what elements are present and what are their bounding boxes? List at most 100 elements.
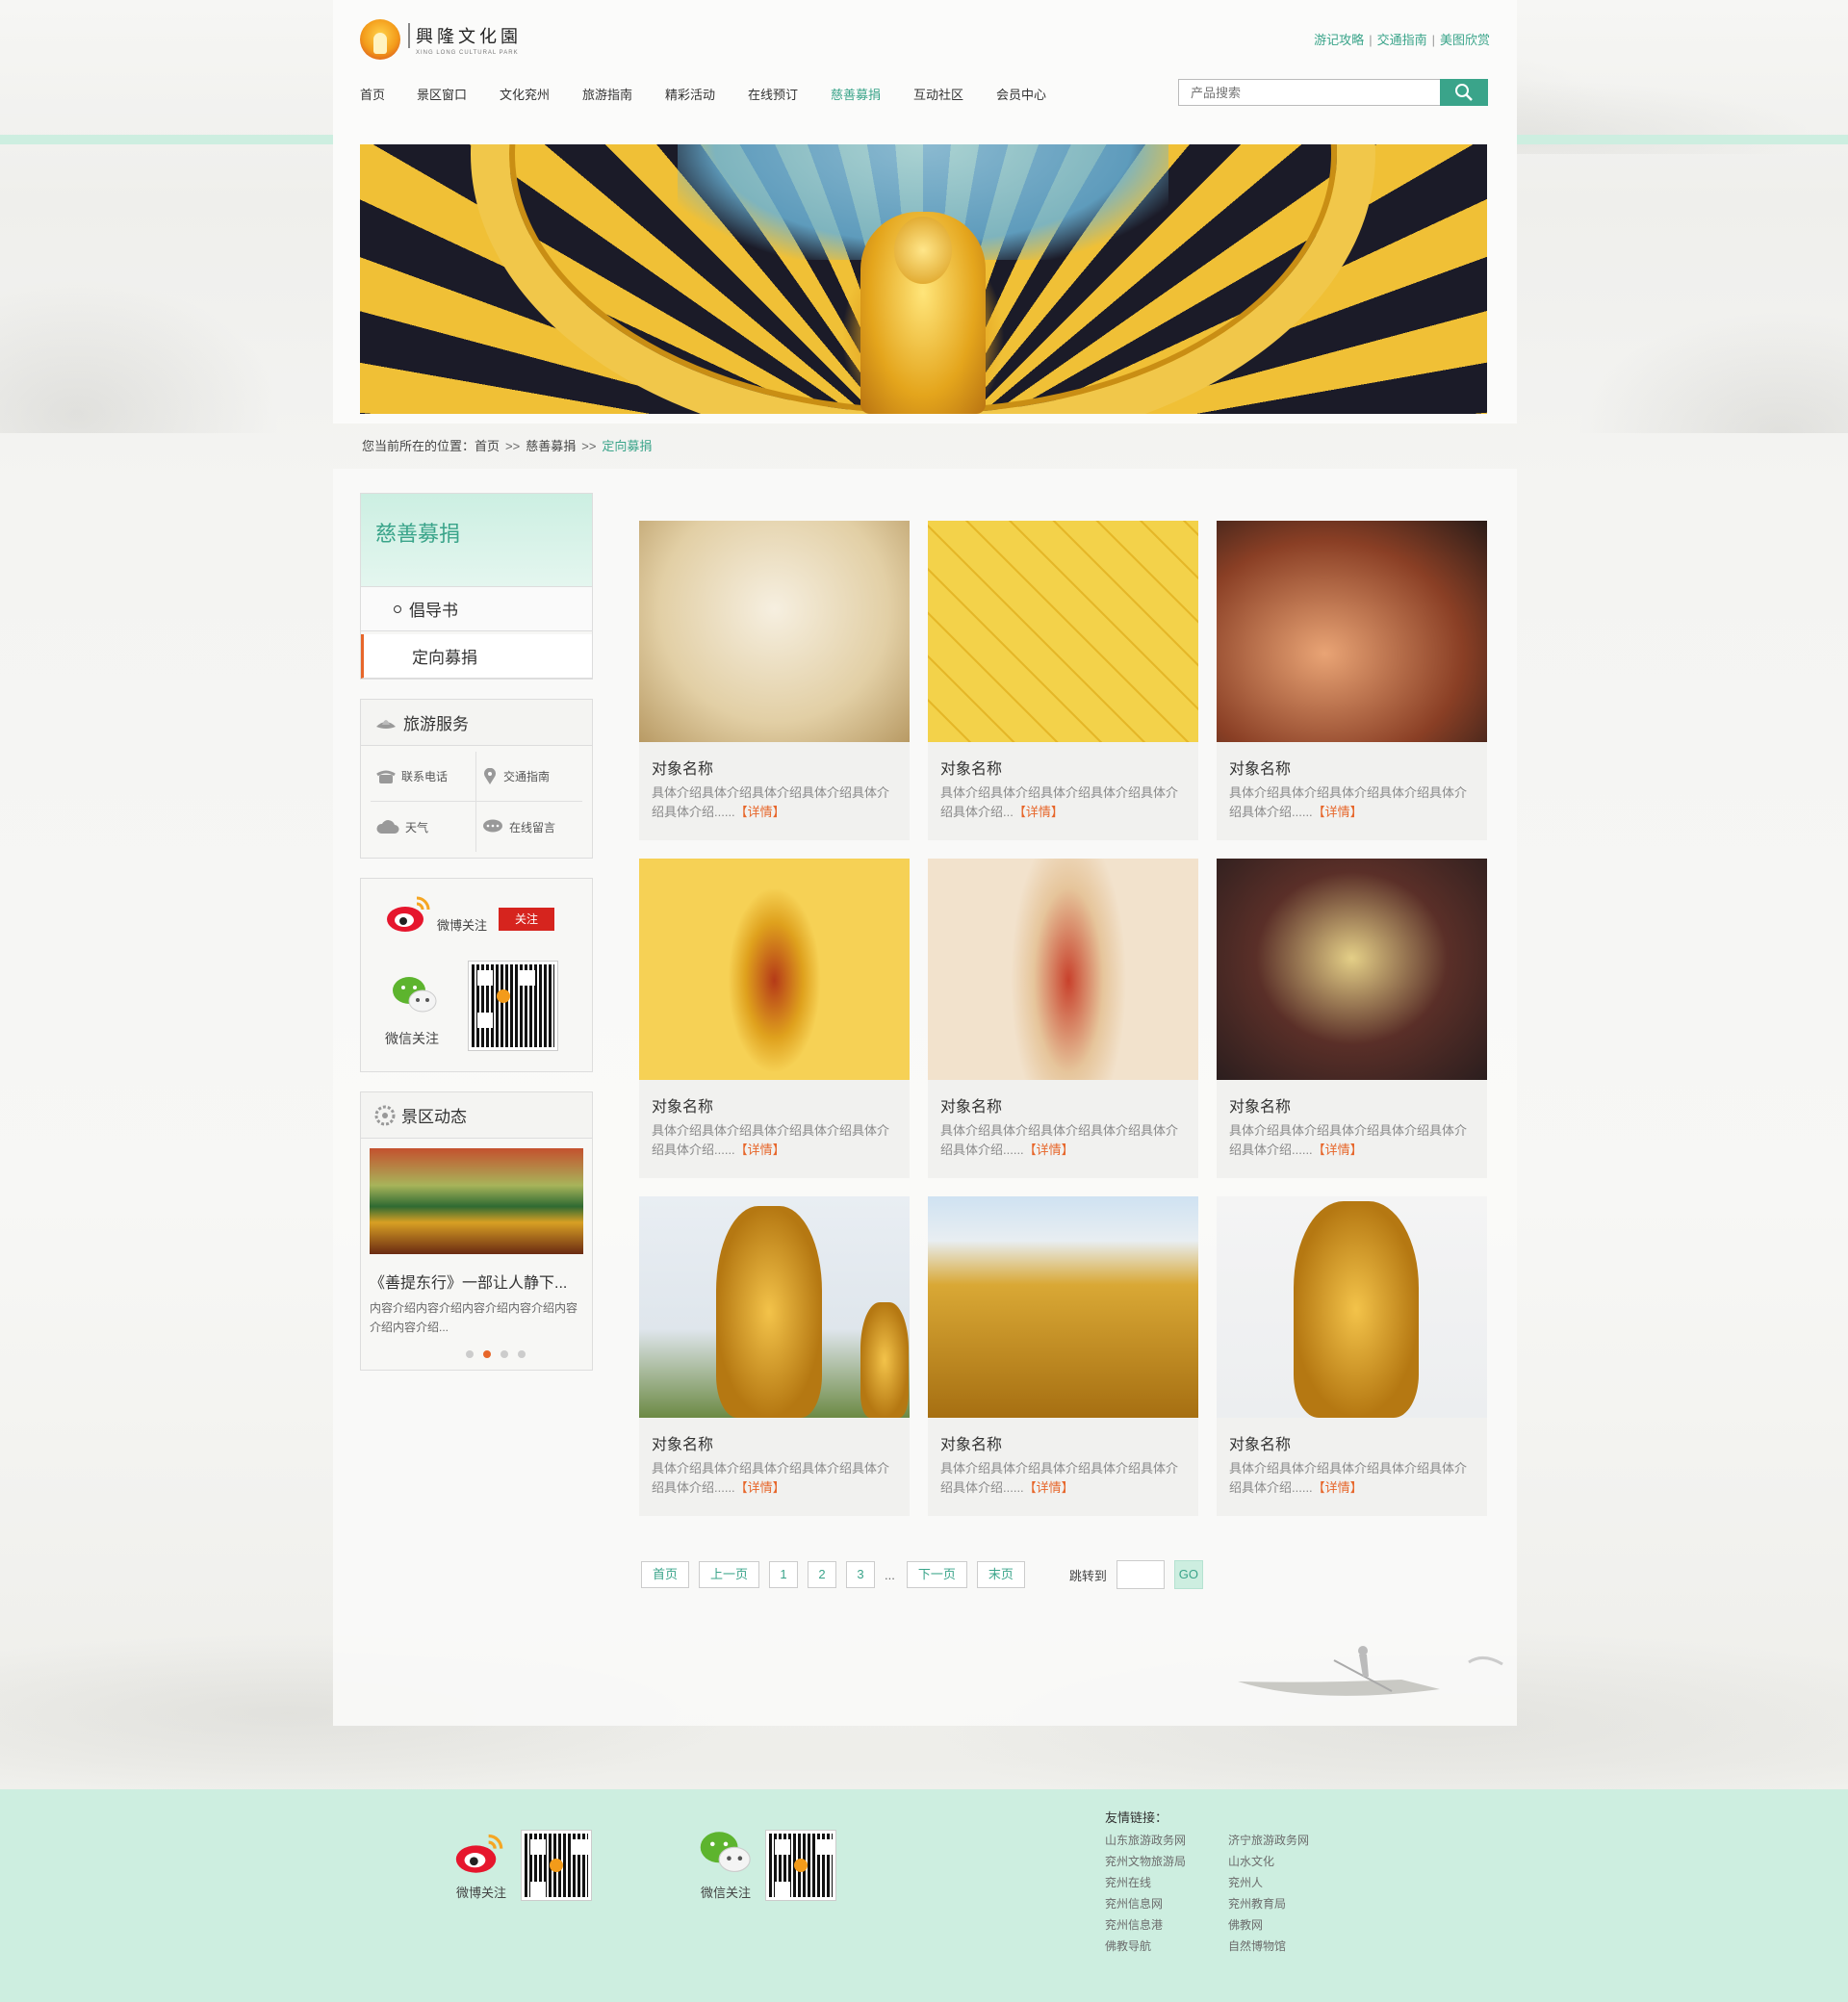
- service-label: 联系电话: [401, 770, 449, 783]
- bullet-icon: [394, 604, 401, 613]
- card-title[interactable]: 对象名称: [1217, 742, 1487, 779]
- card-title[interactable]: 对象名称: [1217, 1080, 1487, 1116]
- sidebar-item-directed-donation[interactable]: 定向募捐: [361, 634, 592, 679]
- service-phone[interactable]: 联系电话: [371, 752, 476, 802]
- friend-link[interactable]: 济宁旅游政务网: [1228, 1832, 1344, 1848]
- pager-page[interactable]: 3: [846, 1561, 876, 1588]
- pager-first[interactable]: 首页: [641, 1561, 690, 1588]
- pager-jump-input[interactable]: [1116, 1560, 1165, 1589]
- friend-link[interactable]: 兖州人: [1228, 1874, 1344, 1890]
- donation-card[interactable]: 对象名称 具体介绍具体介绍具体介绍具体介绍具体介绍具体介绍......【详情】: [1217, 859, 1487, 1178]
- card-image[interactable]: [1217, 521, 1487, 742]
- pager-next[interactable]: 下一页: [906, 1561, 967, 1588]
- nav-events[interactable]: 精彩活动: [665, 85, 748, 103]
- nav-member[interactable]: 会员中心: [996, 85, 1079, 103]
- pager-go-button[interactable]: GO: [1173, 1560, 1203, 1589]
- card-title[interactable]: 对象名称: [928, 1418, 1198, 1454]
- toplink-gallery[interactable]: 美图欣赏: [1440, 33, 1490, 47]
- card-more-link[interactable]: 【详情】: [1313, 805, 1363, 819]
- pager-page[interactable]: 2: [808, 1561, 837, 1588]
- donation-card[interactable]: 对象名称 具体介绍具体介绍具体介绍具体介绍具体介绍具体介绍......【详情】: [639, 1196, 910, 1516]
- search-button[interactable]: [1440, 79, 1488, 106]
- friend-link[interactable]: 兖州文物旅游局: [1105, 1853, 1228, 1869]
- friend-link[interactable]: 兖州教育局: [1228, 1895, 1344, 1912]
- pager-page[interactable]: 1: [769, 1561, 799, 1588]
- nav-culture[interactable]: 文化兖州: [500, 85, 582, 103]
- header: 興隆文化園 XING LONG CULTURAL PARK 游记攻略 | 交通指南 |…: [333, 0, 1517, 424]
- card-more-link[interactable]: 【详情】: [1024, 1480, 1074, 1495]
- top-links: 游记攻略 | 交通指南 | 美图欣赏: [1314, 33, 1490, 47]
- card-more-link[interactable]: 【详情】: [1014, 805, 1064, 819]
- donation-card[interactable]: 对象名称 具体介绍具体介绍具体介绍具体介绍具体介绍具体介绍......【详情】: [639, 521, 910, 840]
- toplink-traffic-guide[interactable]: 交通指南: [1377, 33, 1427, 47]
- card-image[interactable]: [928, 859, 1198, 1080]
- nav-charity[interactable]: 慈善募捐: [831, 85, 913, 103]
- sidebar: 慈善募捐 倡导书 定向募捐 旅游服务 联系电话 交通指南 天气 在线留言 微博关…: [360, 493, 593, 1390]
- friend-link[interactable]: 兖州信息港: [1105, 1916, 1228, 1933]
- nav-travel-guide[interactable]: 旅游指南: [582, 85, 665, 103]
- card-image[interactable]: [639, 1196, 910, 1418]
- card-title[interactable]: 对象名称: [1217, 1418, 1487, 1454]
- carousel-dot[interactable]: [466, 1350, 474, 1358]
- card-more-link[interactable]: 【详情】: [735, 1480, 785, 1495]
- friend-link[interactable]: 自然博物馆: [1228, 1938, 1344, 1954]
- donation-card[interactable]: 对象名称 具体介绍具体介绍具体介绍具体介绍具体介绍具体介绍...【详情】: [928, 521, 1198, 840]
- nav-scenic-window[interactable]: 景区窗口: [417, 85, 500, 103]
- card-image[interactable]: [639, 859, 910, 1080]
- breadcrumb-home[interactable]: 首页: [475, 439, 500, 453]
- nav-home[interactable]: 首页: [360, 85, 417, 103]
- donation-card[interactable]: 对象名称 具体介绍具体介绍具体介绍具体介绍具体介绍具体介绍......【详情】: [639, 859, 910, 1178]
- pager-last[interactable]: 末页: [976, 1561, 1025, 1588]
- card-desc: 具体介绍具体介绍具体介绍具体介绍具体介绍具体介绍......【详情】: [639, 1116, 910, 1160]
- card-title[interactable]: 对象名称: [928, 742, 1198, 779]
- breadcrumb-section[interactable]: 慈善募捐: [526, 439, 576, 453]
- card-more-link[interactable]: 【详情】: [1313, 1480, 1363, 1495]
- service-traffic[interactable]: 交通指南: [476, 752, 582, 802]
- news-item-title[interactable]: 《善提东行》一部让人静下...: [361, 1254, 592, 1298]
- donation-card[interactable]: 对象名称 具体介绍具体介绍具体介绍具体介绍具体介绍具体介绍......【详情】: [928, 859, 1198, 1178]
- friend-link[interactable]: 兖州在线: [1105, 1874, 1228, 1890]
- nav-community[interactable]: 互动社区: [913, 85, 996, 103]
- card-more-link[interactable]: 【详情】: [735, 1142, 785, 1157]
- card-image[interactable]: [1217, 1196, 1487, 1418]
- card-desc: 具体介绍具体介绍具体介绍具体介绍具体介绍具体介绍......【详情】: [639, 779, 910, 822]
- card-more-link[interactable]: 【详情】: [1313, 1142, 1363, 1157]
- weibo-follow-button[interactable]: 关注: [499, 908, 554, 931]
- card-image[interactable]: [928, 521, 1198, 742]
- card-title[interactable]: 对象名称: [639, 1080, 910, 1116]
- donation-card[interactable]: 对象名称 具体介绍具体介绍具体介绍具体介绍具体介绍具体介绍......【详情】: [928, 1196, 1198, 1516]
- carousel-dot[interactable]: [518, 1350, 526, 1358]
- card-image[interactable]: [639, 521, 910, 742]
- card-title[interactable]: 对象名称: [928, 1080, 1198, 1116]
- location-pin-icon: [484, 767, 496, 784]
- friend-link[interactable]: 山水文化: [1228, 1853, 1344, 1869]
- sidebar-item-label: 倡导书: [409, 602, 458, 620]
- card-more-link[interactable]: 【详情】: [1024, 1142, 1074, 1157]
- friend-link[interactable]: 兖州信息网: [1105, 1895, 1228, 1912]
- search-input[interactable]: [1178, 79, 1440, 106]
- service-label: 交通指南: [503, 770, 551, 783]
- friend-link[interactable]: 佛教网: [1228, 1916, 1344, 1933]
- breadcrumb-prefix: 您当前所在的位置：: [362, 439, 475, 453]
- search-bar: [1178, 79, 1488, 106]
- toplink-travel-notes[interactable]: 游记攻略: [1314, 33, 1364, 47]
- carousel-dot[interactable]: [500, 1350, 508, 1358]
- card-image[interactable]: [928, 1196, 1198, 1418]
- sidebar-item-proposal[interactable]: 倡导书: [361, 587, 592, 631]
- site-logo[interactable]: 興隆文化園 XING LONG CULTURAL PARK: [360, 19, 522, 60]
- card-image[interactable]: [1217, 859, 1487, 1080]
- card-title[interactable]: 对象名称: [639, 742, 910, 779]
- donation-card[interactable]: 对象名称 具体介绍具体介绍具体介绍具体介绍具体介绍具体介绍......【详情】: [1217, 1196, 1487, 1516]
- carousel-dot-active[interactable]: [483, 1350, 491, 1358]
- card-title[interactable]: 对象名称: [639, 1418, 910, 1454]
- nav-booking[interactable]: 在线预订: [748, 85, 831, 103]
- service-weather[interactable]: 天气: [371, 802, 476, 852]
- donation-card[interactable]: 对象名称 具体介绍具体介绍具体介绍具体介绍具体介绍具体介绍......【详情】: [1217, 521, 1487, 840]
- friend-link[interactable]: 山东旅游政务网: [1105, 1832, 1228, 1848]
- service-message[interactable]: 在线留言: [476, 802, 582, 852]
- pager-prev[interactable]: 上一页: [699, 1561, 760, 1588]
- friend-link[interactable]: 佛教导航: [1105, 1938, 1228, 1954]
- pagination: 首页 上一页 1 2 3 ... 下一页 末页 跳转到 GO: [641, 1560, 1203, 1589]
- news-image[interactable]: [370, 1148, 583, 1254]
- card-more-link[interactable]: 【详情】: [735, 805, 785, 819]
